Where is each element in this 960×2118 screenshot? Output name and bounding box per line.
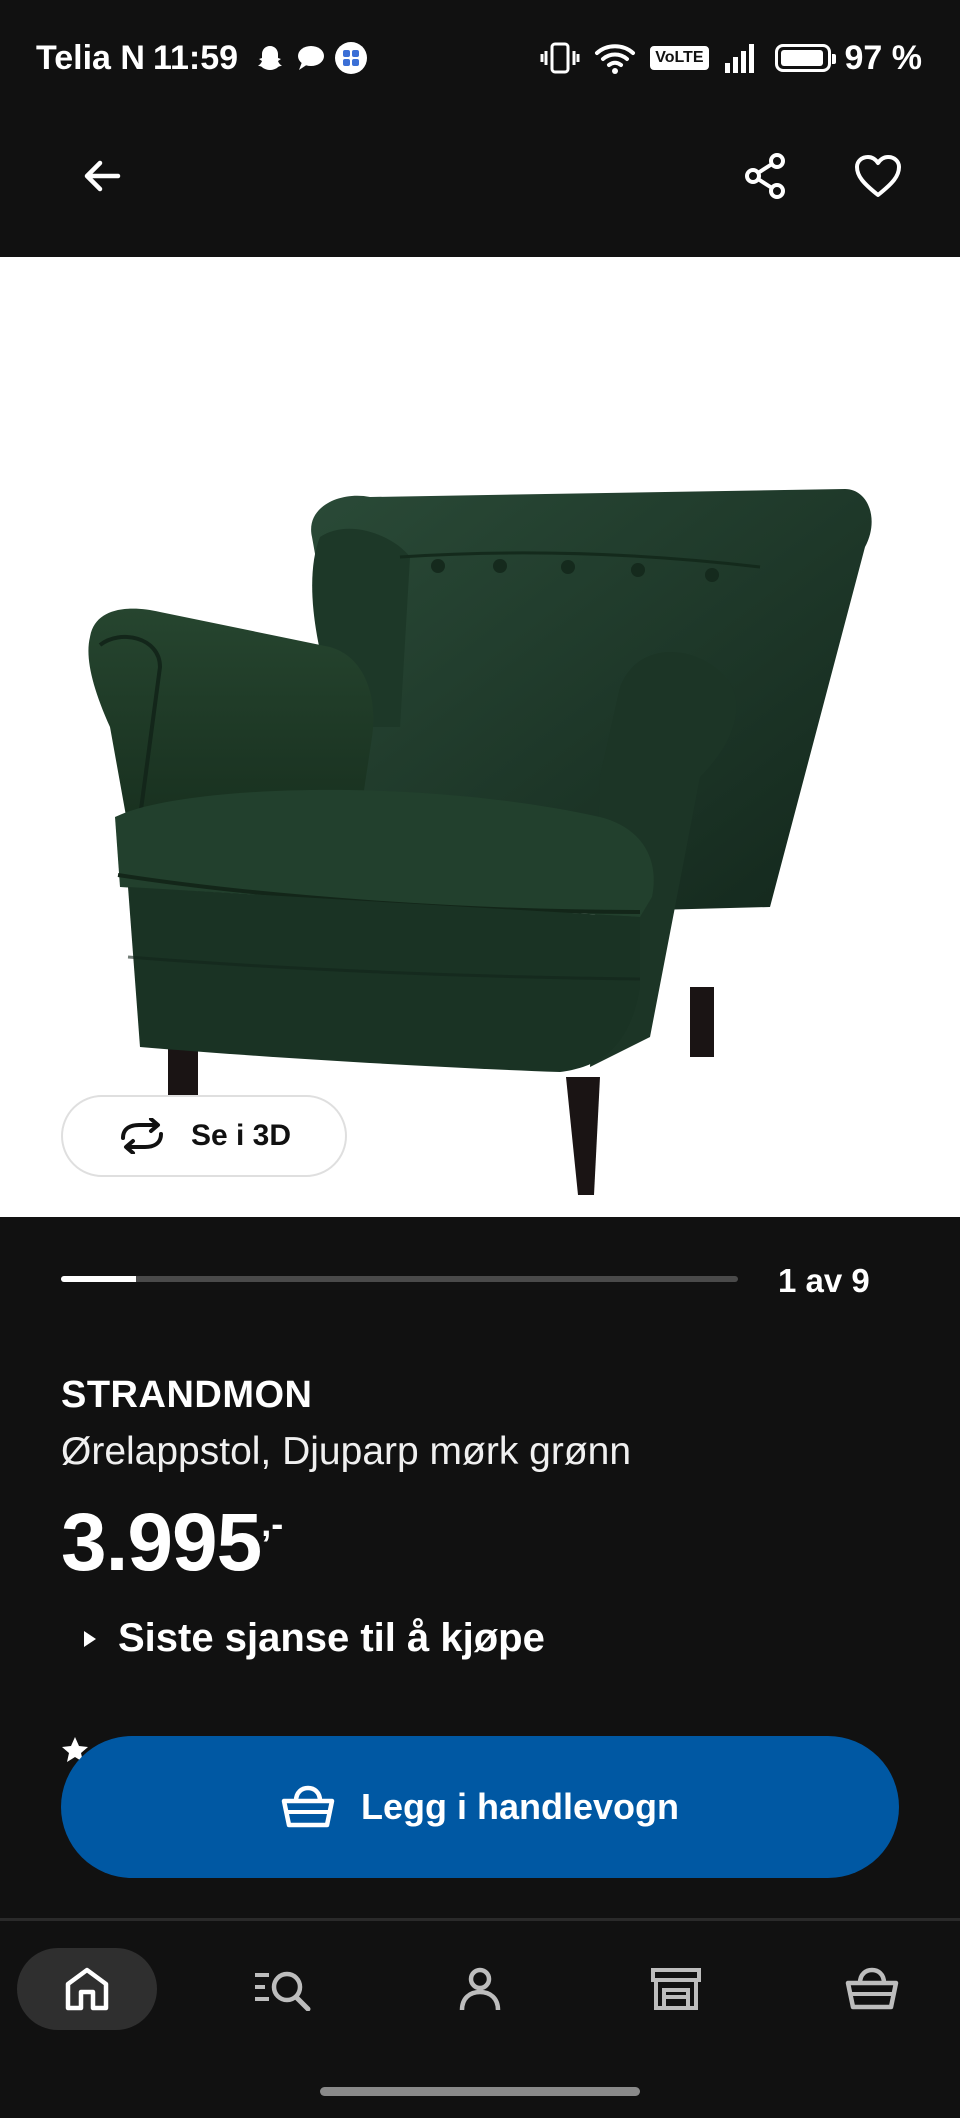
battery-percent: 97 % [844, 38, 923, 77]
snapchat-icon [258, 46, 283, 70]
product-price: 3.995 ,- [61, 1502, 283, 1584]
product-name: STRANDMON [61, 1374, 313, 1416]
carrier-label: Telia N [36, 38, 145, 77]
store-icon [651, 1968, 701, 2010]
clock: 11:59 [152, 38, 239, 77]
back-arrow-icon [84, 160, 121, 192]
nav-search[interactable] [213, 1948, 353, 2030]
signal-icon [724, 44, 754, 73]
view-in-3d-button[interactable]: Se i 3D [61, 1095, 347, 1177]
status-bar: Telia N 11:59 VoLTE 97 % [0, 0, 960, 112]
last-chance-notice[interactable]: Siste sjanse til å kjøpe [84, 1616, 545, 1661]
add-to-cart-button[interactable]: Legg i handlevogn [61, 1736, 899, 1878]
product-description: Ørelappstol, Djuparp mørk grønn [61, 1430, 632, 1473]
wifi-icon [595, 44, 636, 74]
share-icon [745, 153, 785, 199]
gallery-progress-bar [61, 1276, 738, 1282]
price-main: 3.995 [61, 1497, 262, 1588]
basket-icon [281, 1785, 335, 1828]
last-chance-label: Siste sjanse til å kjøpe [118, 1616, 545, 1660]
cart-basket-icon [845, 1967, 899, 2010]
notification-icons [254, 41, 368, 75]
favourite-button[interactable] [842, 140, 914, 212]
price-suffix: ,- [261, 1503, 284, 1544]
armchair-image [88, 489, 872, 1195]
view-in-3d-label: Se i 3D [190, 1119, 292, 1152]
nav-cart[interactable] [802, 1948, 942, 2030]
vibrate-icon [540, 42, 580, 74]
gallery-page-indicator: 1 av 9 [778, 1262, 870, 1299]
battery-icon [774, 44, 836, 72]
top-app-bar [0, 112, 960, 257]
share-button[interactable] [730, 140, 802, 212]
status-right: VoLTE 97 % [540, 36, 922, 80]
rotate-3d-icon [120, 1118, 163, 1154]
app-grid-icon [335, 42, 368, 74]
battery-fill [780, 50, 824, 66]
product-image[interactable]: Se i 3D [0, 257, 960, 1217]
heart-icon [855, 155, 901, 197]
gesture-home-indicator[interactable] [320, 2087, 640, 2096]
search-list-icon [255, 1971, 311, 2011]
nav-home[interactable] [17, 1948, 157, 2030]
add-to-cart-label: Legg i handlevogn [360, 1786, 679, 1827]
gallery-progress-fill [61, 1276, 137, 1282]
nav-stores[interactable] [606, 1948, 746, 2030]
status-left: Telia N 11:59 [36, 36, 368, 80]
nav-profile[interactable] [410, 1948, 550, 2030]
chat-bubble-icon [298, 46, 325, 70]
volte-icon: VoLTE [650, 46, 709, 70]
home-icon [65, 1967, 109, 2011]
person-icon [459, 1967, 501, 2011]
expand-triangle-icon [84, 1630, 96, 1647]
back-button[interactable] [66, 140, 138, 212]
